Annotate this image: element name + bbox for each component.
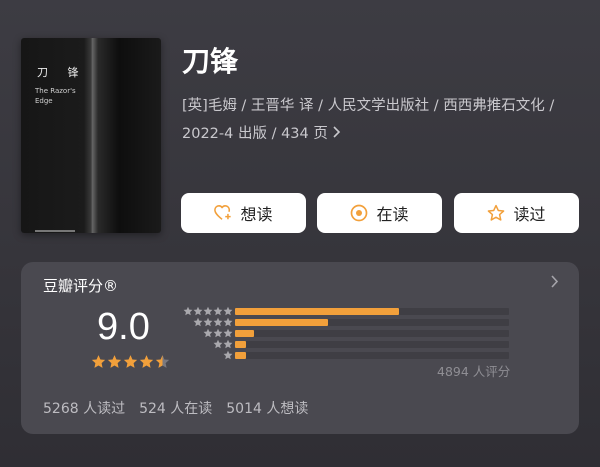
rating-bar-track	[235, 319, 509, 326]
book-meta-line2: 2022-4 出版 / 434 页	[182, 126, 328, 142]
rating-bar-track	[235, 308, 509, 315]
rating-bar-stars	[193, 317, 233, 327]
small-star-icon	[223, 317, 233, 327]
small-star-icon	[223, 328, 233, 338]
star-icon	[123, 355, 138, 368]
book-meta[interactable]: [英]毛姆 / 王晋华 译 / 人民文学出版社 / 西西弗推石文化 / 2022…	[182, 92, 582, 148]
rating-bar-fill	[235, 308, 400, 315]
rating-bar-track	[235, 330, 509, 337]
chevron-right-icon	[332, 120, 341, 148]
small-star-icon	[203, 306, 213, 316]
rating-title: 豆瓣评分®	[43, 277, 119, 295]
small-star-icon	[213, 339, 223, 349]
small-star-icon	[193, 306, 203, 316]
book-meta-line1: [英]毛姆 / 王晋华 译 / 人民文学出版社 / 西西弗推石文化 /	[182, 98, 555, 114]
reader-stats: 5268 人读过 524 人在读 5014 人想读	[43, 398, 308, 418]
target-circle-icon	[350, 204, 368, 222]
star-icon	[91, 355, 106, 368]
rating-count: 4894 人评分	[437, 364, 511, 379]
rating-bar-stars	[183, 306, 233, 316]
small-star-icon	[213, 306, 223, 316]
star-icon	[139, 355, 154, 368]
small-star-icon	[213, 328, 223, 338]
small-star-icon	[213, 317, 223, 327]
rating-score: 9.0	[97, 306, 150, 348]
rating-bar-track	[235, 352, 509, 359]
cover-subtitle: The Razor's Edge	[35, 87, 76, 105]
small-star-icon	[223, 350, 233, 360]
star-outline-icon	[487, 204, 505, 222]
book-meta-line2-wrap: 2022-4 出版 / 434 页	[182, 120, 582, 148]
small-star-icon	[223, 339, 233, 349]
rating-card[interactable]: 豆瓣评分® 9.0 4894 人评分 5268 人读过 524 人在读 5014…	[21, 262, 579, 434]
cover-title: 刀 锋	[37, 66, 87, 79]
have-read-label: 读过	[513, 205, 546, 224]
rating-bar-fill	[235, 319, 329, 326]
rating-bar-fill	[235, 341, 246, 348]
small-star-icon	[193, 317, 203, 327]
rating-bar-fill	[235, 352, 246, 359]
rating-bar-fill	[235, 330, 255, 337]
small-star-icon	[223, 306, 233, 316]
reading-button[interactable]: 在读	[317, 193, 442, 233]
book-title: 刀锋	[182, 45, 239, 78]
want-to-read-button[interactable]: 想读	[181, 193, 306, 233]
rating-bar-stars	[203, 328, 233, 338]
have-read-button[interactable]: 读过	[454, 193, 579, 233]
want-count[interactable]: 5014 人想读	[226, 398, 308, 418]
star-icon	[155, 355, 170, 368]
small-star-icon	[203, 328, 213, 338]
read-count[interactable]: 5268 人读过	[43, 398, 125, 418]
want-to-read-label: 想读	[240, 205, 273, 224]
book-cover[interactable]: 刀 锋 The Razor's Edge	[21, 38, 161, 233]
star-icon	[107, 355, 122, 368]
reading-label: 在读	[376, 205, 409, 224]
small-star-icon	[203, 317, 213, 327]
rating-stars	[91, 354, 170, 369]
chevron-right-icon[interactable]	[550, 274, 559, 292]
rating-bar-track	[235, 341, 509, 348]
rating-bar-stars	[213, 339, 233, 349]
heart-plus-icon	[214, 204, 232, 222]
rating-bar-stars	[223, 350, 233, 360]
small-star-icon	[183, 306, 193, 316]
cover-decoration	[35, 230, 75, 232]
reading-count[interactable]: 524 人在读	[139, 398, 212, 418]
